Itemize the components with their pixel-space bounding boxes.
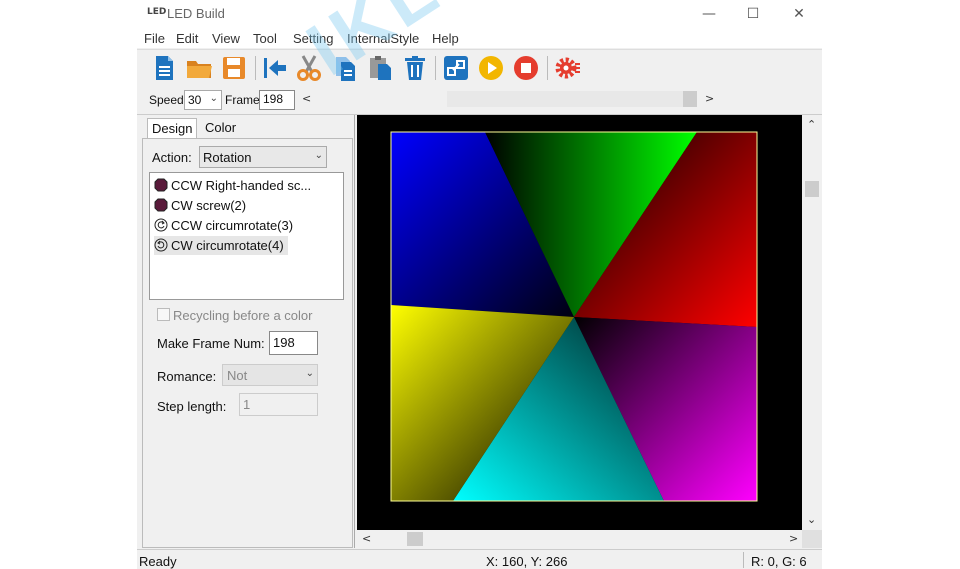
list-item-selected[interactable]: CW circumrotate(4) [154, 236, 288, 255]
list-item[interactable]: CW screw(2) [154, 196, 246, 215]
list-item[interactable]: CCW circumrotate(3) [154, 216, 293, 235]
play-icon[interactable] [476, 53, 506, 83]
scroll-right-arrow[interactable]: > [789, 532, 798, 545]
list-item-label: CW screw(2) [171, 198, 247, 213]
save-icon[interactable] [219, 53, 249, 83]
minimize-button[interactable]: — [687, 2, 731, 26]
led-preview [390, 131, 758, 502]
speed-value: 30 [188, 93, 202, 107]
toolbar-separator [547, 56, 548, 80]
octagon-icon [154, 178, 168, 192]
list-item-label: CCW Right-handed sc... [171, 178, 312, 193]
frame-label: Frame: [225, 93, 264, 107]
cut-icon[interactable] [294, 53, 324, 83]
go-first-icon[interactable] [260, 53, 290, 83]
rotate-cw-icon [154, 238, 168, 252]
rotation-list[interactable]: CCW Right-handed sc... CW screw(2) CCW c… [149, 172, 344, 300]
action-value: Rotation [203, 150, 252, 165]
rotate-ccw-icon [154, 218, 168, 232]
scroll-down-arrow[interactable]: ⌄ [807, 513, 816, 526]
paste-icon[interactable] [365, 53, 395, 83]
toolbar-separator [435, 56, 436, 80]
recycling-checkbox[interactable] [157, 308, 170, 321]
make-frame-input[interactable]: 198 [269, 331, 318, 355]
copy-icon[interactable] [330, 53, 360, 83]
horizontal-scroll-thumb[interactable] [407, 532, 423, 546]
action-label: Action: [152, 150, 192, 165]
menu-tool[interactable]: Tool [253, 31, 277, 46]
menu-internalstyle[interactable]: InternalStyle [347, 31, 419, 46]
chevron-down-icon: ⌄ [305, 368, 314, 379]
toolbar-separator [255, 56, 256, 80]
stop-icon[interactable] [511, 53, 541, 83]
vertical-scrollbar[interactable]: ⌃ ⌄ [802, 115, 822, 530]
open-folder-icon[interactable] [184, 53, 214, 83]
chevron-down-icon: ⌄ [209, 93, 218, 104]
scroll-corner [802, 530, 822, 548]
status-rgb: R: 0, G: 6 [751, 554, 807, 569]
delete-icon[interactable] [400, 53, 430, 83]
frame-next-arrow[interactable]: > [705, 92, 714, 105]
maximize-button[interactable]: ☐ [731, 2, 775, 26]
romance-label: Romance: [157, 369, 217, 384]
make-frame-label: Make Frame Num: [157, 336, 265, 351]
scroll-left-arrow[interactable]: < [362, 532, 371, 545]
romance-select[interactable]: Not ⌄ [222, 364, 318, 386]
speed-select[interactable]: 30 ⌄ [184, 90, 222, 110]
menu-help[interactable]: Help [432, 31, 459, 46]
status-ready: Ready [139, 554, 177, 569]
horizontal-scrollbar[interactable]: < > [357, 530, 802, 548]
list-item-label: CCW circumrotate(3) [171, 218, 294, 233]
romance-value: Not [227, 368, 248, 383]
frame-slider-thumb[interactable] [683, 91, 697, 107]
tab-color[interactable]: Color [201, 118, 240, 138]
toolbar [137, 49, 822, 87]
close-button[interactable]: ✕ [777, 2, 821, 26]
app-logo-icon: LED [147, 7, 167, 17]
status-divider [743, 552, 744, 568]
step-length-label: Step length: [157, 399, 227, 414]
scroll-up-arrow[interactable]: ⌃ [807, 118, 816, 131]
speed-label: Speed: [149, 93, 188, 107]
menu-edit[interactable]: Edit [176, 31, 198, 46]
design-panel: Design Color Action: Rotation ⌄ CCW Righ… [137, 115, 355, 548]
vertical-scroll-thumb[interactable] [805, 181, 819, 197]
link-icon[interactable] [441, 53, 471, 83]
new-icon[interactable] [149, 53, 179, 83]
preview-canvas[interactable] [357, 115, 802, 530]
app-window: LED LED Build — ☐ ✕ File Edit View Tool … [137, 0, 822, 569]
window-title: LED Build [167, 6, 225, 21]
action-select[interactable]: Rotation ⌄ [199, 146, 327, 168]
frame-input[interactable]: 198 [259, 90, 295, 110]
frame-prev-arrow[interactable]: < [302, 92, 311, 105]
menu-setting[interactable]: Setting [293, 31, 333, 46]
octagon-icon [154, 198, 168, 212]
step-length-input[interactable]: 1 [239, 393, 318, 416]
chevron-down-icon: ⌄ [314, 150, 323, 161]
status-coordinates: X: 160, Y: 266 [486, 554, 568, 569]
tab-design[interactable]: Design [147, 118, 198, 138]
list-item-label: CW circumrotate(4) [171, 238, 284, 253]
menu-view[interactable]: View [212, 31, 240, 46]
recycling-label: Recycling before a color [173, 308, 313, 323]
settings-gear-icon[interactable] [552, 53, 582, 83]
status-bar: Ready X: 160, Y: 266 R: 0, G: 6 [137, 549, 822, 569]
menu-file[interactable]: File [144, 31, 165, 46]
title-bar: LED LED Build — ☐ ✕ [137, 0, 822, 28]
menu-bar: File Edit View Tool Setting InternalStyl… [137, 28, 822, 48]
frame-slider-track[interactable] [447, 91, 697, 107]
list-item[interactable]: CCW Right-handed sc... [154, 176, 311, 195]
playback-bar: Speed: 30 ⌄ Frame: 198 < > [137, 86, 822, 115]
